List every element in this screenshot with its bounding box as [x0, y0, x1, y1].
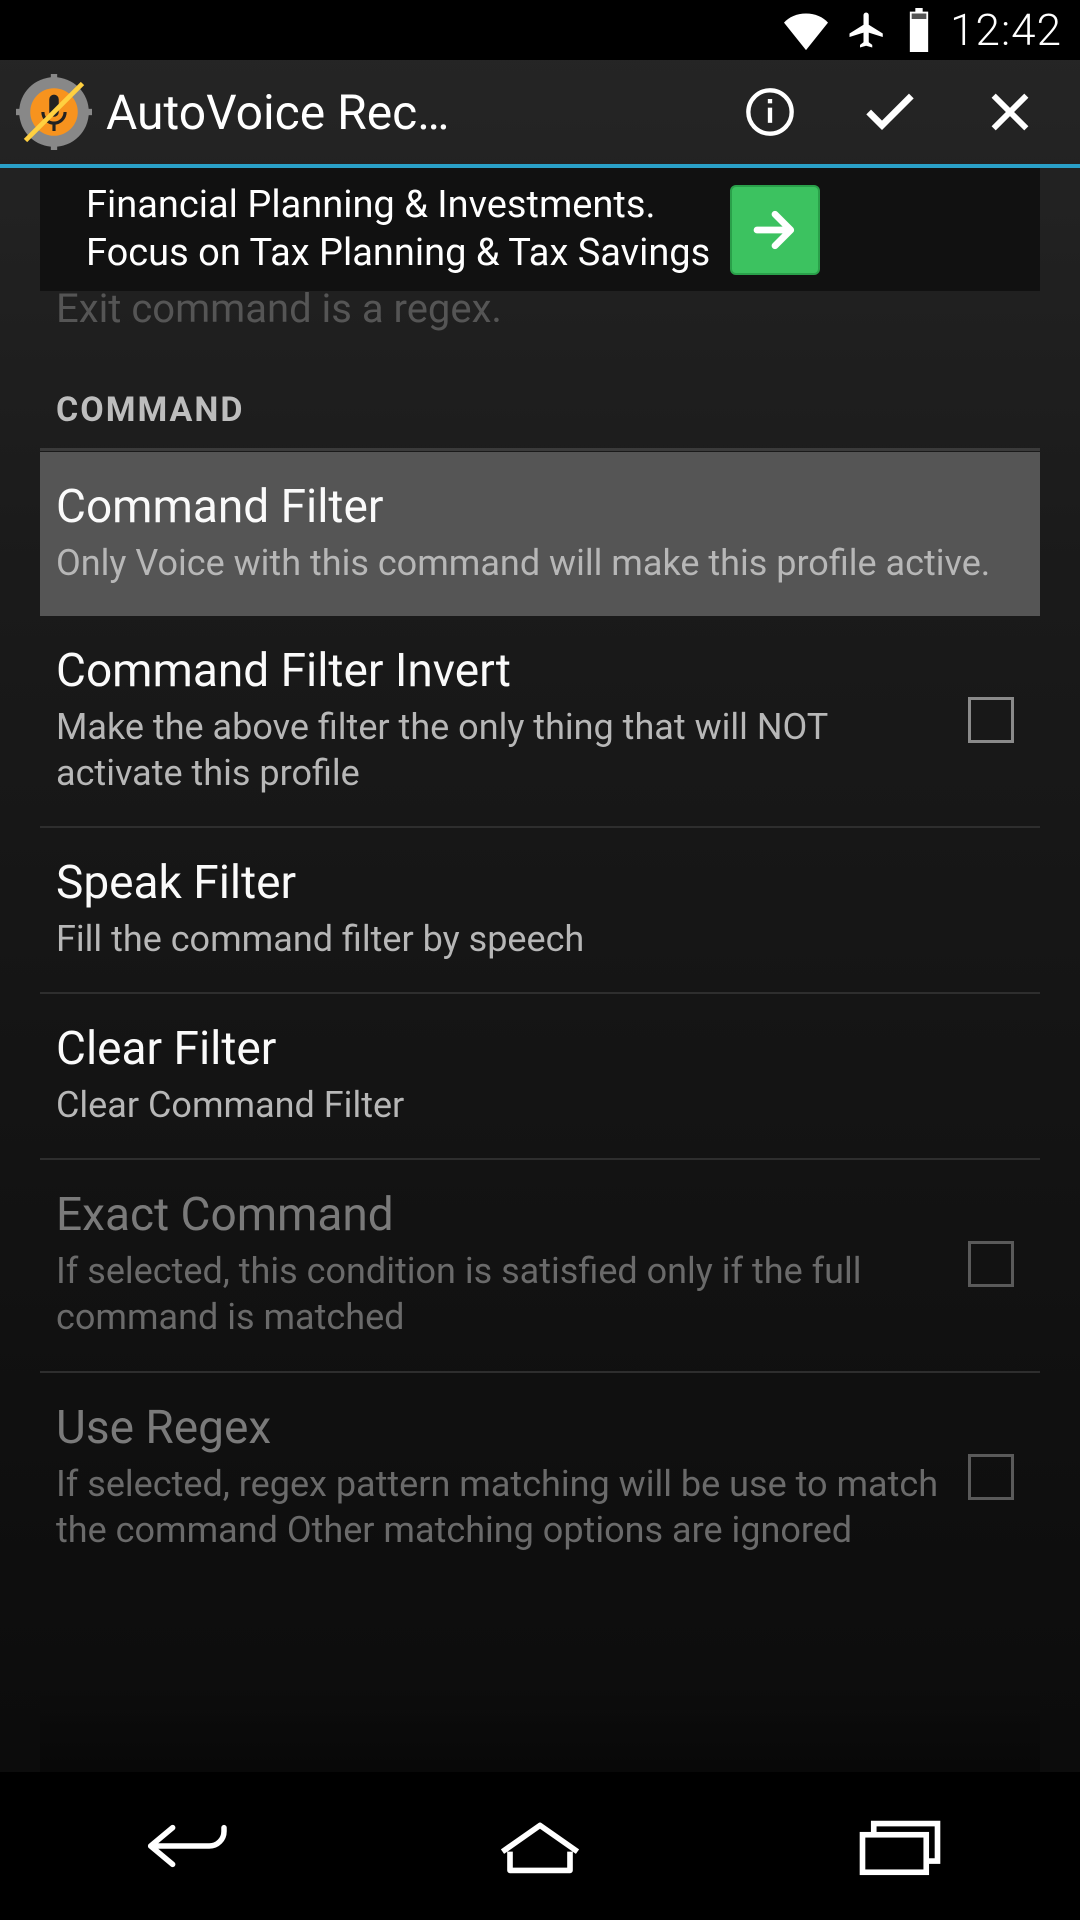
info-button[interactable] [710, 58, 830, 166]
ad-banner[interactable]: Financial Planning & Investments. Focus … [40, 168, 1040, 291]
cancel-button[interactable] [950, 58, 1070, 166]
recents-button[interactable] [810, 1796, 990, 1896]
scroll-fade [40, 1692, 1040, 1772]
status-bar: 12:42 [0, 0, 1080, 60]
home-button[interactable] [450, 1796, 630, 1896]
app-icon [16, 74, 92, 150]
row-title: Exact Command [56, 1188, 946, 1242]
checkbox[interactable] [968, 697, 1014, 743]
nav-bar [0, 1772, 1080, 1920]
row-exact-command[interactable]: Exact Command If selected, this conditio… [40, 1160, 1040, 1372]
row-command-filter[interactable]: Command Filter Only Voice with this comm… [40, 452, 1040, 616]
accept-button[interactable] [830, 58, 950, 166]
ad-go-button[interactable] [730, 185, 820, 275]
row-sub: Make the above filter the only thing tha… [56, 704, 946, 796]
row-use-regex[interactable]: Use Regex If selected, regex pattern mat… [40, 1373, 1040, 1583]
back-button[interactable] [90, 1796, 270, 1896]
row-title: Speak Filter [56, 856, 1024, 910]
wifi-icon [784, 8, 828, 52]
row-sub: If selected, this condition is satisfied… [56, 1248, 946, 1340]
row-clear-filter[interactable]: Clear Filter Clear Command Filter [40, 994, 1040, 1160]
row-title: Command Filter Invert [56, 644, 946, 698]
row-command-filter-invert[interactable]: Command Filter Invert Make the above fil… [40, 616, 1040, 828]
app-bar: AutoVoice Rec… [0, 60, 1080, 168]
row-speak-filter[interactable]: Speak Filter Fill the command filter by … [40, 828, 1040, 994]
row-title: Command Filter [56, 480, 1024, 534]
app-title: AutoVoice Rec… [106, 84, 710, 141]
row-sub: Only Voice with this command will make t… [56, 540, 1024, 586]
ad-line1: Financial Planning & Investments. [86, 182, 710, 230]
airplane-mode-icon [846, 9, 888, 51]
checkbox[interactable] [968, 1241, 1014, 1287]
checkbox[interactable] [968, 1454, 1014, 1500]
ad-text: Financial Planning & Investments. Focus … [86, 182, 710, 277]
ad-container: Financial Planning & Investments. Focus … [0, 168, 1080, 291]
previous-row-partial: Exit command is a regex. [0, 285, 1080, 332]
battery-icon [906, 8, 932, 52]
row-sub: Fill the command filter by speech [56, 916, 1024, 962]
settings-list[interactable]: Command Filter Only Voice with this comm… [0, 452, 1080, 1583]
row-title: Use Regex [56, 1401, 946, 1455]
row-sub: Clear Command Filter [56, 1082, 1024, 1128]
row-title: Clear Filter [56, 1022, 1024, 1076]
row-sub: If selected, regex pattern matching will… [56, 1461, 946, 1553]
section-header-command: COMMAND [0, 332, 1080, 448]
ad-line2: Focus on Tax Planning & Tax Savings [86, 230, 710, 278]
status-clock: 12:42 [950, 4, 1062, 56]
